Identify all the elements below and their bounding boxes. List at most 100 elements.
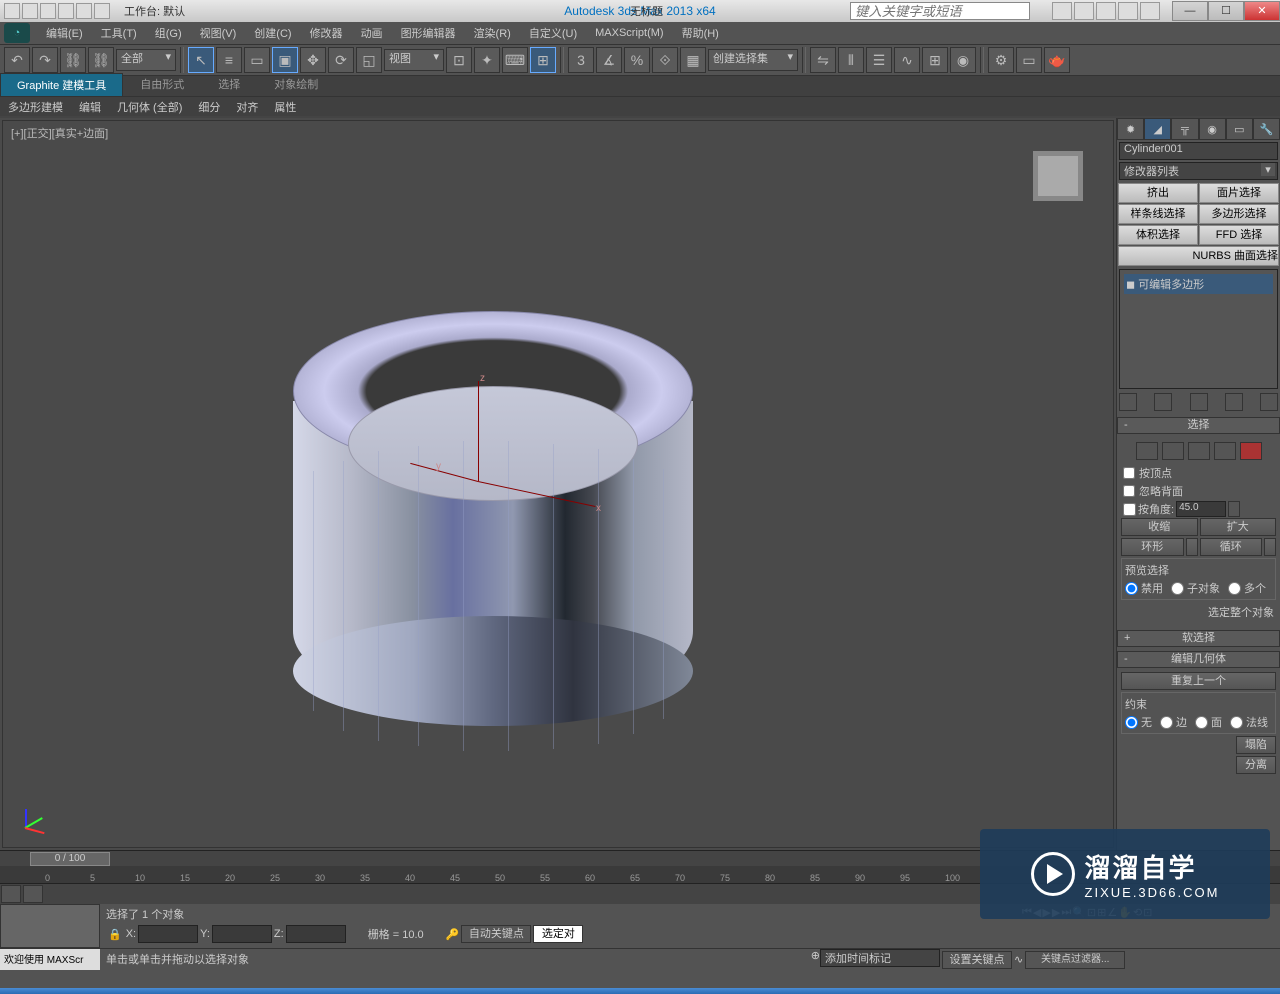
autokey-button[interactable]: 自动关键点 <box>461 925 531 943</box>
menu-group[interactable]: 组(G) <box>147 23 190 43</box>
render-setup-icon[interactable]: ⚙ <box>988 47 1014 73</box>
element-level-icon[interactable] <box>1240 442 1262 460</box>
make-unique-icon[interactable] <box>1190 393 1208 411</box>
menu-help[interactable]: 帮助(H) <box>674 23 727 43</box>
render-icon[interactable]: 🫖 <box>1044 47 1070 73</box>
add-time-tag-icon[interactable]: ⊕ <box>811 949 820 970</box>
angle-snap-icon[interactable]: ∡ <box>596 47 622 73</box>
ribbon-tab-freeform[interactable]: 自由形式 <box>123 72 201 96</box>
by-angle-checkbox[interactable] <box>1123 503 1136 516</box>
favorite-icon[interactable] <box>1118 2 1138 20</box>
coord-x-field[interactable] <box>138 925 198 943</box>
minimize-button[interactable]: — <box>1172 1 1208 21</box>
qa-more-icon[interactable] <box>94 3 110 19</box>
menu-views[interactable]: 视图(V) <box>192 23 245 43</box>
poly-select-button[interactable]: 多边形选择 <box>1199 204 1279 224</box>
pivot-center-icon[interactable]: ⊡ <box>446 47 472 73</box>
viewport-perspective[interactable]: [+][正交][真实+边面] x <box>2 120 1114 848</box>
motion-tab-icon[interactable]: ◉ <box>1199 118 1226 140</box>
ring-spin-icon[interactable] <box>1186 538 1198 556</box>
time-slider-handle[interactable]: 0 / 100 <box>30 852 110 866</box>
align-icon[interactable]: ⫴ <box>838 47 864 73</box>
ribbon-sub-align[interactable]: 对齐 <box>228 97 266 116</box>
viewport-label[interactable]: [+][正交][真实+边面] <box>11 125 108 141</box>
keyboard-shortcut-icon[interactable]: ⌨ <box>502 47 528 73</box>
collapse-button[interactable]: 塌陷 <box>1236 736 1276 754</box>
cylinder-object[interactable] <box>283 311 703 721</box>
menu-animation[interactable]: 动画 <box>353 23 391 43</box>
select-by-name-icon[interactable]: ≡ <box>216 47 242 73</box>
modifier-list-dropdown[interactable]: 修改器列表 <box>1119 162 1278 180</box>
maximize-button[interactable]: ☐ <box>1208 1 1244 21</box>
edit-named-sel-icon[interactable]: ▦ <box>680 47 706 73</box>
spinner-snap-icon[interactable]: ⟐ <box>652 47 678 73</box>
render-frame-icon[interactable]: ▭ <box>1016 47 1042 73</box>
menu-graph-editors[interactable]: 图形编辑器 <box>393 23 464 43</box>
pin-stack-icon[interactable] <box>1119 393 1137 411</box>
modifier-stack[interactable]: ◼ 可编辑多边形 <box>1119 269 1278 389</box>
named-selection-dropdown[interactable]: 创建选择集 <box>708 49 798 71</box>
modify-tab-icon[interactable]: ◢ <box>1144 118 1171 140</box>
ffd-select-button[interactable]: FFD 选择 <box>1199 225 1279 245</box>
ribbon-sub-subdivision[interactable]: 细分 <box>190 97 228 116</box>
nurbs-select-button[interactable]: NURBS 曲面选择 <box>1118 246 1279 266</box>
curve-editor-icon[interactable]: ∿ <box>894 47 920 73</box>
help-icon[interactable] <box>1140 2 1160 20</box>
loop-spin-icon[interactable] <box>1264 538 1276 556</box>
menu-maxscript[interactable]: MAXScript(M) <box>587 25 671 41</box>
mirror-icon[interactable]: ⇋ <box>810 47 836 73</box>
select-move-icon[interactable]: ✥ <box>300 47 326 73</box>
create-tab-icon[interactable]: ✹ <box>1117 118 1144 140</box>
sel-lock-icon[interactable]: 🔒 <box>108 928 122 941</box>
selection-filter-dropdown[interactable]: 全部 <box>116 49 176 71</box>
qa-save-icon[interactable] <box>40 3 56 19</box>
select-scale-icon[interactable]: ◱ <box>356 47 382 73</box>
percent-snap-icon[interactable]: % <box>624 47 650 73</box>
ribbon-tab-selection[interactable]: 选择 <box>201 72 257 96</box>
exchange-icon[interactable] <box>1096 2 1116 20</box>
select-object-icon[interactable]: ↖ <box>188 47 214 73</box>
workspace-selector[interactable]: 工作台: 默认 <box>124 3 185 19</box>
edit-geometry-header[interactable]: - 编辑几何体 <box>1117 651 1280 668</box>
utilities-tab-icon[interactable]: 🔧 <box>1253 118 1280 140</box>
preview-subobj-radio[interactable] <box>1171 582 1184 595</box>
app-menu-icon[interactable]: ◔ <box>4 23 30 43</box>
track-config-icon[interactable] <box>23 885 43 903</box>
display-tab-icon[interactable]: ▭ <box>1226 118 1253 140</box>
vertex-level-icon[interactable] <box>1136 442 1158 460</box>
key-filter-icon[interactable]: ∿ <box>1014 953 1023 966</box>
show-end-result-icon[interactable] <box>1154 393 1172 411</box>
by-vertex-checkbox[interactable] <box>1123 467 1135 479</box>
search-input[interactable] <box>850 2 1030 20</box>
search-button-icon[interactable] <box>1052 2 1072 20</box>
subscription-icon[interactable] <box>1074 2 1094 20</box>
ignore-backfacing-checkbox[interactable] <box>1123 485 1135 497</box>
detach-button[interactable]: 分离 <box>1236 756 1276 774</box>
constraint-none-radio[interactable] <box>1125 716 1138 729</box>
menu-create[interactable]: 创建(C) <box>246 23 299 43</box>
qa-undo-icon[interactable] <box>58 3 74 19</box>
manipulate-icon[interactable]: ✦ <box>474 47 500 73</box>
key-icon[interactable]: 🔑 <box>446 928 460 941</box>
selection-rollout-header[interactable]: - 选择 <box>1117 417 1280 434</box>
ribbon-sub-geometry[interactable]: 几何体 (全部) <box>109 97 190 116</box>
redo-icon[interactable]: ↷ <box>32 47 58 73</box>
patch-select-button[interactable]: 面片选择 <box>1199 183 1279 203</box>
border-level-icon[interactable] <box>1188 442 1210 460</box>
mini-listener[interactable] <box>0 904 100 948</box>
constraint-normal-radio[interactable] <box>1230 716 1243 729</box>
menu-rendering[interactable]: 渲染(R) <box>466 23 519 43</box>
ribbon-sub-edit[interactable]: 编辑 <box>71 97 109 116</box>
ribbon-tab-graphite[interactable]: Graphite 建模工具 <box>0 73 123 96</box>
repeat-last-button[interactable]: 重复上一个 <box>1121 672 1276 690</box>
vol-select-button[interactable]: 体积选择 <box>1118 225 1198 245</box>
qa-open-icon[interactable] <box>22 3 38 19</box>
windows-taskbar[interactable] <box>0 988 1280 994</box>
add-time-tag-label[interactable]: 添加时间标记 <box>820 949 940 967</box>
schematic-view-icon[interactable]: ⊞ <box>922 47 948 73</box>
menu-tools[interactable]: 工具(T) <box>93 23 145 43</box>
grow-button[interactable]: 扩大 <box>1200 518 1277 536</box>
track-filter-icon[interactable] <box>1 885 21 903</box>
menu-modifiers[interactable]: 修改器 <box>302 23 351 43</box>
selected-dropdown[interactable]: 选定对 <box>533 925 583 943</box>
